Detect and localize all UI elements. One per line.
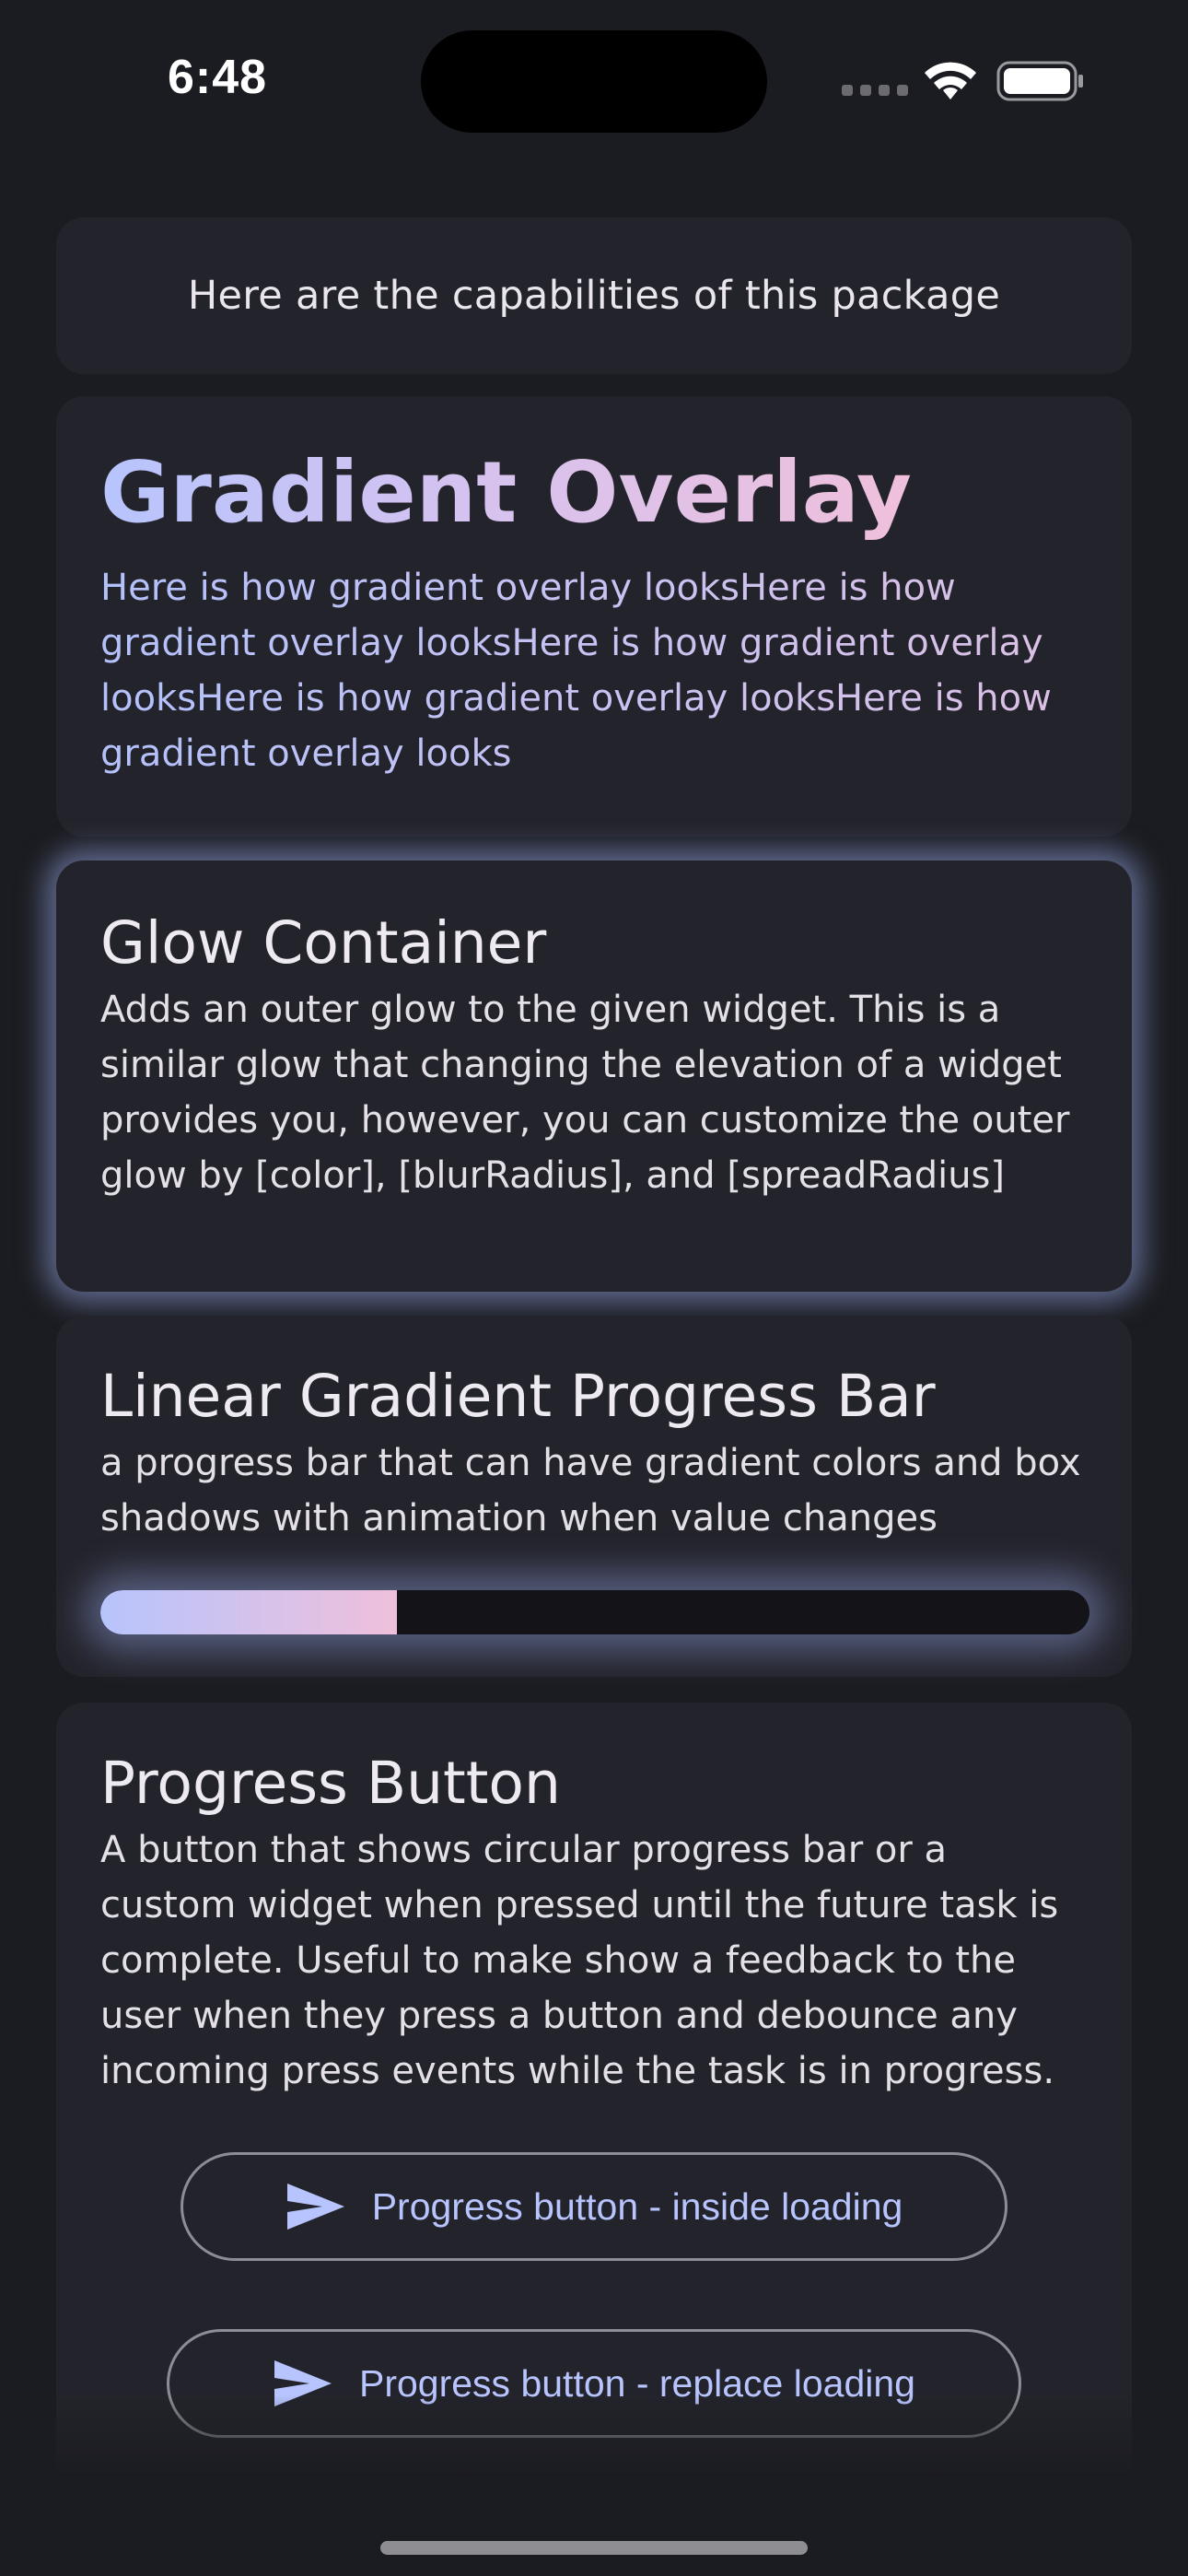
progress-button-card: Progress Button A button that shows circ… (56, 1703, 1132, 2495)
progress-button-inside-loading[interactable]: Progress button - inside loading (181, 2152, 1007, 2261)
dynamic-island (421, 30, 767, 133)
linear-progress-card: Linear Gradient Progress Bar a progress … (56, 1316, 1132, 1677)
glow-container-title: Glow Container (100, 909, 547, 977)
progress-button-inside-label: Progress button - inside loading (371, 2184, 903, 2228)
intro-card: Here are the capabilities of this packag… (56, 217, 1132, 374)
intro-text: Here are the capabilities of this packag… (187, 273, 1001, 319)
gradient-overlay-title: Gradient Overlay (100, 442, 912, 544)
wifi-icon (925, 62, 976, 100)
progress-button-body: A button that shows circular progress ba… (100, 1828, 1059, 2092)
battery-icon (996, 61, 1083, 101)
home-indicator[interactable] (380, 2541, 808, 2555)
progress-bar (100, 1590, 1089, 1634)
send-icon (286, 2184, 344, 2230)
gradient-overlay-card: Gradient Overlay Here is how gradient ov… (56, 396, 1132, 837)
status-time: 6:48 (168, 51, 268, 104)
cellular-signal-icon (842, 85, 908, 96)
gradient-overlay-body: Here is how gradient overlay looksHere i… (100, 560, 1088, 781)
glow-container-body: Adds an outer glow to the given widget. … (100, 988, 1070, 1197)
progress-bar-fill (100, 1590, 398, 1634)
progress-button-title: Progress Button (100, 1750, 561, 1817)
linear-progress-body: a progress bar that can have gradient co… (100, 1441, 1081, 1540)
status-bar: 6:48 (0, 0, 1188, 157)
linear-progress-title: Linear Gradient Progress Bar (100, 1363, 936, 1430)
glow-container-card: Glow Container Adds an outer glow to the… (56, 861, 1132, 1292)
